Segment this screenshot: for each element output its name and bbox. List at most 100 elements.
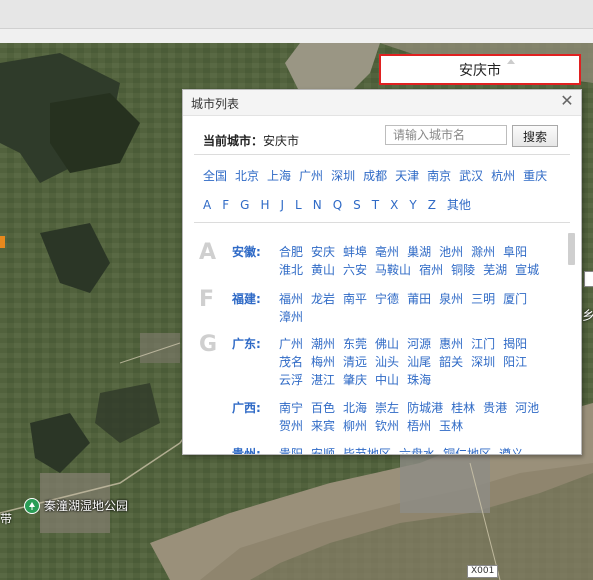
close-icon[interactable]: ✕: [560, 93, 574, 109]
city-link[interactable]: 六安: [343, 261, 367, 279]
city-link[interactable]: 宣城: [515, 261, 539, 279]
hot-city-link[interactable]: 北京: [235, 169, 259, 183]
city-link[interactable]: 芜湖: [483, 261, 507, 279]
province-name[interactable]: 广东:: [232, 335, 261, 352]
city-link[interactable]: 六盘水: [399, 445, 435, 454]
city-link[interactable]: 汕头: [375, 353, 399, 371]
city-link[interactable]: 漳州: [279, 308, 303, 326]
city-link[interactable]: 河池: [515, 399, 539, 417]
letter-link[interactable]: X: [390, 198, 398, 212]
letter-link[interactable]: L: [295, 198, 302, 212]
city-link[interactable]: 桂林: [451, 399, 475, 417]
letter-link[interactable]: G: [240, 198, 249, 212]
city-link[interactable]: 揭阳: [503, 335, 527, 353]
city-list[interactable]: A 安徽: 合肥 安庆 蚌埠 亳州 巢湖 池州 滁州 阜阳淮北 黄山 六安 马鞍山 宿州 铜陵 芜湖 宣城 F 福建…: [194, 230, 570, 454]
city-link[interactable]: 宁德: [375, 290, 399, 308]
city-link[interactable]: 黄山: [311, 261, 335, 279]
city-link[interactable]: 滁州: [471, 243, 495, 261]
city-link[interactable]: 合肥: [279, 243, 303, 261]
hot-city-link[interactable]: 广州: [299, 169, 323, 183]
letter-link[interactable]: A: [203, 198, 211, 212]
city-link[interactable]: 贺州: [279, 417, 303, 435]
city-link[interactable]: 清远: [343, 353, 367, 371]
city-link[interactable]: 宿州: [419, 261, 443, 279]
letter-link[interactable]: F: [222, 198, 229, 212]
city-link[interactable]: 亳州: [375, 243, 399, 261]
city-link[interactable]: 玉林: [439, 417, 463, 435]
scrollbar[interactable]: [568, 233, 575, 265]
letter-link[interactable]: H: [260, 198, 269, 212]
city-link[interactable]: 厦门: [503, 290, 527, 308]
letter-link[interactable]: 其他: [447, 198, 471, 212]
city-link[interactable]: 崇左: [375, 399, 399, 417]
city-link[interactable]: 湛江: [311, 371, 335, 389]
hot-city-link[interactable]: 全国: [203, 169, 227, 183]
province-name[interactable]: 贵州:: [232, 445, 261, 454]
city-link[interactable]: 珠海: [407, 371, 431, 389]
letter-link[interactable]: Z: [428, 198, 436, 212]
city-link[interactable]: 遵义: [499, 445, 523, 454]
poi-marker[interactable]: 秦潼湖湿地公园: [24, 497, 128, 514]
province-name[interactable]: 福建:: [232, 290, 261, 307]
city-link[interactable]: 茂名: [279, 353, 303, 371]
city-link[interactable]: 韶关: [439, 353, 463, 371]
hot-city-link[interactable]: 天津: [395, 169, 419, 183]
city-selector[interactable]: 安庆市: [379, 54, 581, 85]
hot-city-link[interactable]: 深圳: [331, 169, 355, 183]
city-link[interactable]: 淮北: [279, 261, 303, 279]
city-link[interactable]: 莆田: [407, 290, 431, 308]
city-link[interactable]: 毕节地区: [343, 445, 391, 454]
city-link[interactable]: 东莞: [343, 335, 367, 353]
city-link[interactable]: 泉州: [439, 290, 463, 308]
city-link[interactable]: 深圳: [471, 353, 495, 371]
city-link[interactable]: 三明: [471, 290, 495, 308]
city-link[interactable]: 贵阳: [279, 445, 303, 454]
city-link[interactable]: 阜阳: [503, 243, 527, 261]
city-link[interactable]: 安庆: [311, 243, 335, 261]
city-link[interactable]: 马鞍山: [375, 261, 411, 279]
city-link[interactable]: 肇庆: [343, 371, 367, 389]
city-link[interactable]: 阳江: [503, 353, 527, 371]
letter-link[interactable]: Y: [409, 198, 416, 212]
city-link[interactable]: 蚌埠: [343, 243, 367, 261]
city-link[interactable]: 铜陵: [451, 261, 475, 279]
city-link[interactable]: 巢湖: [407, 243, 431, 261]
city-link[interactable]: 汕尾: [407, 353, 431, 371]
hot-city-link[interactable]: 武汉: [459, 169, 483, 183]
city-link[interactable]: 南平: [343, 290, 367, 308]
city-link[interactable]: 佛山: [375, 335, 399, 353]
city-search-input[interactable]: [385, 125, 507, 145]
city-link[interactable]: 江门: [471, 335, 495, 353]
city-link[interactable]: 南宁: [279, 399, 303, 417]
city-link[interactable]: 北海: [343, 399, 367, 417]
city-link[interactable]: 安顺: [311, 445, 335, 454]
letter-link[interactable]: Q: [333, 198, 342, 212]
city-link[interactable]: 防城港: [407, 399, 443, 417]
search-button[interactable]: 搜索: [512, 125, 558, 147]
hot-city-link[interactable]: 杭州: [491, 169, 515, 183]
city-link[interactable]: 龙岩: [311, 290, 335, 308]
city-link[interactable]: 钦州: [375, 417, 399, 435]
city-link[interactable]: 铜仁地区: [443, 445, 491, 454]
city-link[interactable]: 梅州: [311, 353, 335, 371]
province-name[interactable]: 安徽:: [232, 243, 261, 260]
city-link[interactable]: 福州: [279, 290, 303, 308]
city-link[interactable]: 潮州: [311, 335, 335, 353]
city-link[interactable]: 池州: [439, 243, 463, 261]
province-name[interactable]: 广西:: [232, 399, 261, 416]
city-link[interactable]: 云浮: [279, 371, 303, 389]
city-link[interactable]: 河源: [407, 335, 431, 353]
hot-city-link[interactable]: 成都: [363, 169, 387, 183]
letter-link[interactable]: J: [280, 198, 284, 212]
city-link[interactable]: 柳州: [343, 417, 367, 435]
city-link[interactable]: 来宾: [311, 417, 335, 435]
letter-link[interactable]: T: [372, 198, 379, 212]
city-link[interactable]: 百色: [311, 399, 335, 417]
city-link[interactable]: 广州: [279, 335, 303, 353]
letter-link[interactable]: N: [313, 198, 322, 212]
hot-city-link[interactable]: 南京: [427, 169, 451, 183]
city-link[interactable]: 贵港: [483, 399, 507, 417]
hot-city-link[interactable]: 上海: [267, 169, 291, 183]
hot-city-link[interactable]: 重庆: [523, 169, 547, 183]
city-link[interactable]: 梧州: [407, 417, 431, 435]
